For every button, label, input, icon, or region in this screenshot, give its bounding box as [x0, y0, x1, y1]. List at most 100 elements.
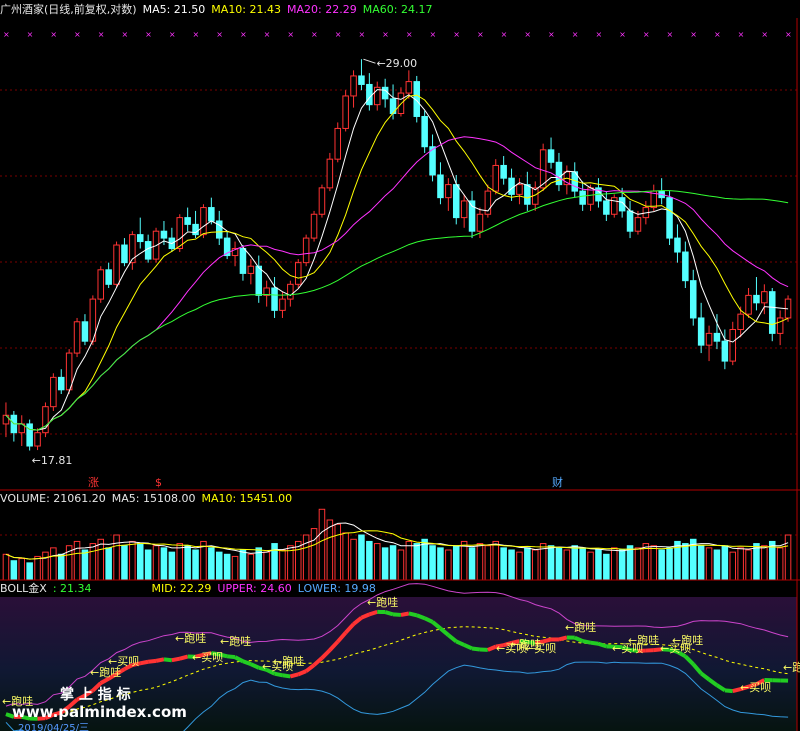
marker-x: ×	[761, 30, 768, 39]
boll-goldx-segment	[392, 612, 402, 617]
candle-body	[57, 376, 65, 391]
volume-bar	[2, 553, 10, 581]
candle-body	[326, 158, 334, 189]
candle-body	[350, 75, 357, 97]
marker-x: ×	[169, 30, 176, 39]
candle-body	[492, 164, 500, 192]
marker-x: ×	[548, 30, 555, 39]
ma20-label: MA20: 22.29	[287, 3, 357, 16]
boll-goldx-segment	[171, 656, 181, 663]
volume-bar	[215, 551, 223, 581]
volume-bar	[113, 534, 120, 581]
candle-body	[81, 321, 89, 342]
candle-body	[26, 423, 33, 447]
volume-bar	[682, 543, 689, 581]
marker-x: ×	[619, 30, 626, 39]
date-label: 2019/04/25/三	[18, 723, 89, 731]
signal-label: ←买呗	[612, 642, 643, 655]
volume-bar	[389, 545, 397, 581]
marker-x: ×	[667, 30, 674, 39]
candle-body	[129, 234, 136, 264]
candle-body	[437, 174, 444, 199]
volume-bar	[460, 540, 468, 581]
volume-bar	[531, 549, 539, 581]
marker-x: ×	[453, 30, 460, 39]
volume-bar	[129, 540, 136, 581]
volume-bar	[737, 547, 744, 581]
boll-goldx-segment	[226, 654, 236, 660]
boll-lower-label: LOWER: 19.98	[297, 582, 376, 595]
volume-bar	[571, 545, 579, 581]
candle-body	[334, 127, 342, 160]
marker-x: ×	[216, 30, 223, 39]
vol-ma10-label: MA10: 15451.00	[201, 492, 293, 505]
candle-body	[34, 432, 41, 447]
candle-body	[745, 294, 752, 315]
boll-goldx-segment	[400, 611, 410, 617]
boll-goldx-segment	[274, 671, 283, 678]
high-price-label: ←29.00	[376, 57, 417, 70]
volume-bar	[152, 545, 160, 581]
candle-body	[405, 81, 413, 94]
volume-bar	[231, 555, 239, 581]
candle-body	[247, 265, 255, 274]
event-marker: 财	[552, 475, 563, 489]
candle-body	[476, 213, 484, 232]
marker-x: ×	[27, 30, 34, 39]
volume-bar	[626, 545, 634, 581]
signal-label: ←买呗	[192, 651, 223, 664]
boll-goldx-segment	[408, 611, 418, 618]
volume-bar	[160, 547, 168, 581]
candle-body	[121, 244, 128, 264]
candle-body	[460, 200, 468, 219]
candle-body	[737, 313, 744, 330]
marker-x: ×	[287, 30, 294, 39]
volume-bar	[26, 562, 33, 581]
stock-title: 广州酒家(日线,前复权,对数)	[0, 3, 137, 16]
candle-body	[776, 317, 784, 334]
candle-body	[271, 287, 278, 311]
volume-bar	[776, 547, 784, 581]
candle-body	[302, 237, 310, 264]
candle-body	[239, 248, 247, 274]
marker-x: ×	[382, 30, 389, 39]
marker-x: ×	[572, 30, 579, 39]
boll-upper-label: UPPER: 24.60	[217, 582, 292, 595]
signal-label: ←买呗	[660, 642, 691, 655]
volume-bar	[468, 547, 476, 581]
signal-label: ←买呗	[108, 655, 139, 668]
volume-bar	[373, 543, 381, 581]
marker-x: ×	[311, 30, 318, 39]
marker-x: ×	[501, 30, 508, 39]
boll-goldx-segment	[416, 613, 426, 621]
volume-bar	[184, 545, 191, 581]
signal-label: ←跑哇	[220, 634, 251, 648]
volume-bar	[42, 551, 49, 581]
volume-bar	[753, 543, 760, 581]
volume-bar	[595, 549, 602, 581]
candle-body	[674, 237, 681, 253]
candle-body	[310, 213, 318, 239]
candle-body	[508, 177, 515, 195]
volume-bar	[508, 549, 515, 581]
marker-x: ×	[240, 30, 247, 39]
volume-header: VOLUME: 21061.20 MA5: 15108.00 MA10: 15451…	[0, 491, 298, 507]
volume-bar	[342, 532, 349, 581]
volume-bar	[666, 547, 673, 581]
volume-bar	[413, 543, 421, 581]
volume-bar	[587, 551, 594, 581]
candle-body	[682, 251, 689, 282]
vol-ma5-label: MA5: 15108.00	[111, 492, 196, 505]
candle-body	[697, 317, 705, 346]
volume-bar	[429, 545, 436, 581]
ma10-label: MA10: 21.43	[211, 3, 282, 16]
marker-x: ×	[50, 30, 57, 39]
candle-body	[768, 291, 776, 334]
volume-bar	[350, 538, 357, 581]
boll-goldx-segment	[724, 688, 733, 694]
volume-bar	[318, 508, 326, 581]
marker-x: ×	[3, 30, 10, 39]
signal-label: ←买呗	[525, 642, 556, 655]
volume-bar	[603, 553, 610, 581]
volume-bar	[397, 549, 405, 581]
